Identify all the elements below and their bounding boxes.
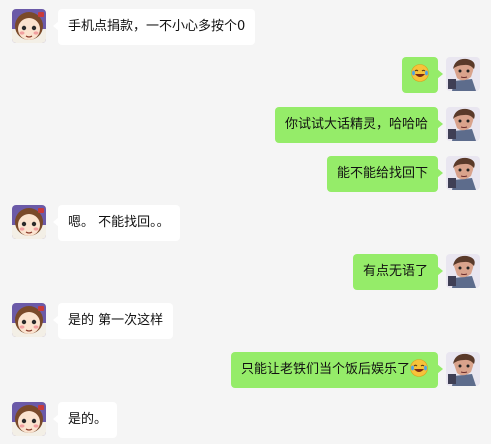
avatar-image <box>12 205 46 239</box>
self-avatar[interactable] <box>446 352 480 386</box>
contact-avatar[interactable] <box>12 303 46 337</box>
outgoing-message-bubble[interactable]: 能不能给找回下 <box>326 156 444 192</box>
incoming-message-bubble[interactable]: 是的。 <box>52 402 118 438</box>
outgoing-message-bubble[interactable]: 只能让老铁们当个饭后娱乐了 <box>230 352 444 388</box>
self-avatar[interactable] <box>446 107 480 141</box>
message-row: 有点无语了 <box>0 254 491 294</box>
message-row: 手机点捐款，一不小心多按个0 <box>0 9 491 49</box>
self-avatar[interactable] <box>446 57 480 91</box>
message-row: 嗯。 不能找回。。 <box>0 205 491 245</box>
avatar-image <box>12 9 46 43</box>
outgoing-message-bubble[interactable]: 你试试大话精灵，哈哈哈 <box>274 107 444 143</box>
outgoing-message-bubble[interactable] <box>402 57 443 93</box>
self-avatar[interactable] <box>446 254 480 288</box>
message-text: 有点无语了 <box>362 264 428 279</box>
laugh-cry-emoji-icon <box>410 359 428 377</box>
message-text: 只能让老铁们当个饭后娱乐了 <box>240 362 410 377</box>
avatar-image <box>446 107 480 141</box>
chat-window[interactable]: 手机点捐款，一不小心多按个0 你试试大话精灵，哈哈哈 能不能给找回下 嗯。 不能… <box>0 0 491 444</box>
message-row: 是的 第一次这样 <box>0 303 491 343</box>
avatar-image <box>12 303 46 337</box>
message-text: 是的。 <box>68 412 108 427</box>
message-row <box>0 57 491 97</box>
self-avatar[interactable] <box>446 156 480 190</box>
avatar-image <box>446 57 480 91</box>
avatar-image <box>446 254 480 288</box>
message-row: 能不能给找回下 <box>0 156 491 196</box>
avatar-image <box>12 402 46 436</box>
message-text: 嗯。 不能找回。。 <box>68 215 170 230</box>
avatar-image <box>446 156 480 190</box>
message-row: 你试试大话精灵，哈哈哈 <box>0 107 491 147</box>
message-row: 只能让老铁们当个饭后娱乐了 <box>0 352 491 392</box>
incoming-message-bubble[interactable]: 嗯。 不能找回。。 <box>53 205 180 241</box>
outgoing-message-bubble[interactable]: 有点无语了 <box>352 254 444 290</box>
laugh-cry-emoji-icon <box>411 64 429 82</box>
contact-avatar[interactable] <box>12 205 46 239</box>
contact-avatar[interactable] <box>12 9 46 43</box>
avatar-image <box>446 352 480 386</box>
message-text: 是的 第一次这样 <box>68 313 164 328</box>
incoming-message-bubble[interactable]: 手机点捐款，一不小心多按个0 <box>52 9 256 45</box>
message-text: 能不能给找回下 <box>336 166 428 181</box>
message-text: 你试试大话精灵，哈哈哈 <box>284 117 428 132</box>
incoming-message-bubble[interactable]: 是的 第一次这样 <box>52 303 174 339</box>
message-text: 手机点捐款，一不小心多按个0 <box>68 19 246 34</box>
contact-avatar[interactable] <box>12 402 46 436</box>
message-row: 是的。 <box>0 402 491 442</box>
